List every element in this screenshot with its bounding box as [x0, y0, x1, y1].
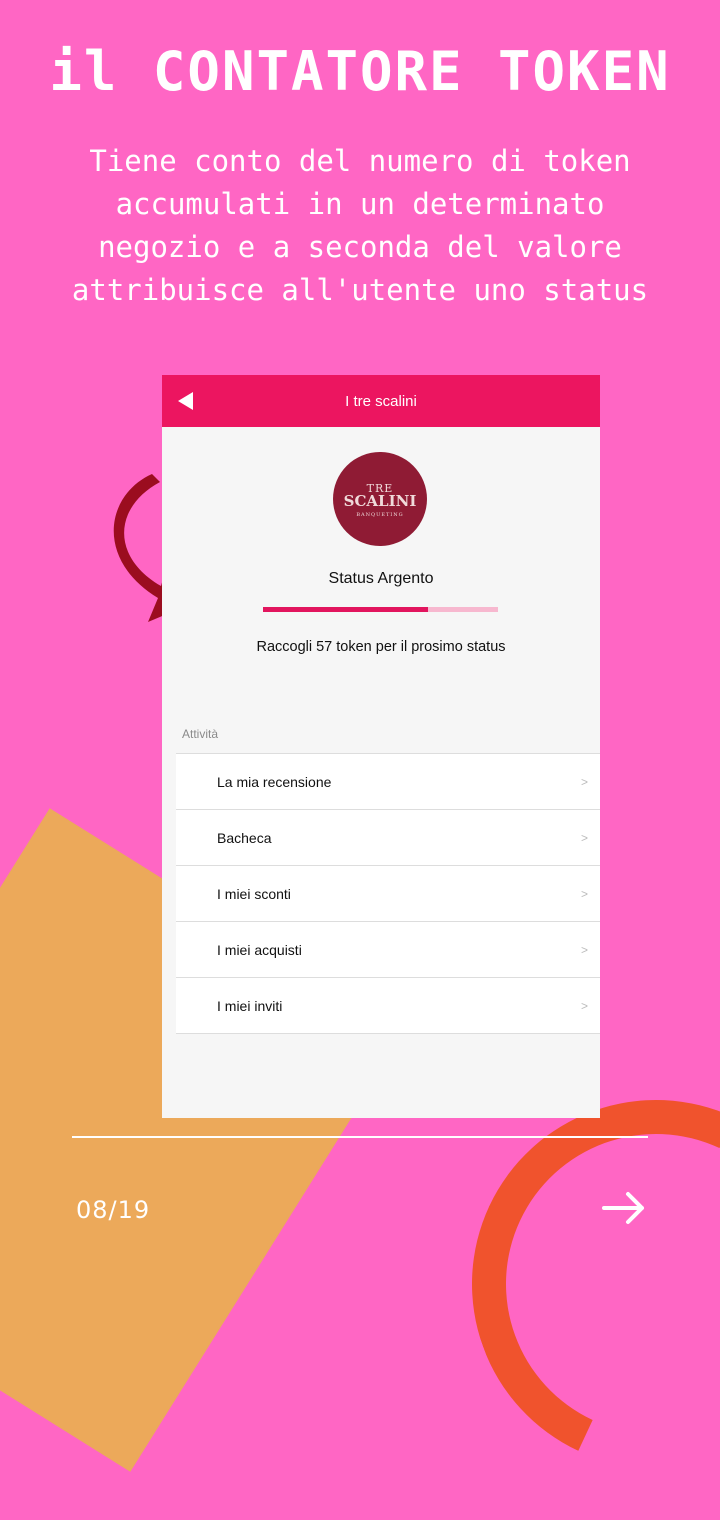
menu-item-purchases[interactable]: I miei acquisti >	[176, 922, 600, 978]
status-progress-fill	[263, 607, 428, 612]
menu-item-label: I miei inviti	[217, 997, 283, 1014]
menu-item-discounts[interactable]: I miei sconti >	[176, 866, 600, 922]
logo-line-3: BANQUETING	[356, 512, 404, 518]
page-number: 08/19	[76, 1196, 151, 1224]
back-arrow-icon[interactable]	[178, 392, 193, 410]
page-headline: il CONTATORE TOKEN	[49, 40, 671, 103]
store-logo: TRE SCALINI BANQUETING	[333, 452, 427, 546]
status-title: Status Argento	[328, 570, 434, 587]
menu-item-label: Bacheca	[217, 829, 272, 846]
chevron-right-icon: >	[580, 830, 588, 845]
activity-list: La mia recensione > Bacheca > I miei sco…	[176, 753, 600, 1034]
logo-line-2: SCALINI	[343, 492, 417, 510]
decorative-red-arc	[420, 1048, 720, 1520]
chevron-right-icon: >	[580, 998, 588, 1013]
menu-item-label: I miei sconti	[217, 885, 291, 902]
status-progress-bar	[263, 607, 498, 612]
app-title: I tre scalini	[345, 392, 417, 410]
chevron-right-icon: >	[580, 774, 588, 789]
app-bar: I tre scalini	[162, 375, 600, 427]
menu-item-label: I miei acquisti	[217, 941, 302, 958]
tokens-remaining-text: Raccogli 57 token per il prosimo status	[256, 639, 506, 655]
chevron-right-icon: >	[580, 886, 588, 901]
next-arrow-icon[interactable]	[600, 1188, 648, 1228]
menu-item-label: La mia recensione	[217, 773, 332, 790]
footer-divider	[72, 1136, 648, 1138]
menu-item-invites[interactable]: I miei inviti >	[176, 978, 600, 1034]
section-label-activity: Attività	[182, 727, 219, 741]
menu-item-board[interactable]: Bacheca >	[176, 810, 600, 866]
menu-item-review[interactable]: La mia recensione >	[176, 754, 600, 810]
page-subtitle: Tiene conto del numero di token accumula…	[71, 144, 649, 307]
phone-screen: I tre scalini TRE SCALINI BANQUETING Sta…	[162, 375, 600, 1118]
chevron-right-icon: >	[580, 942, 588, 957]
